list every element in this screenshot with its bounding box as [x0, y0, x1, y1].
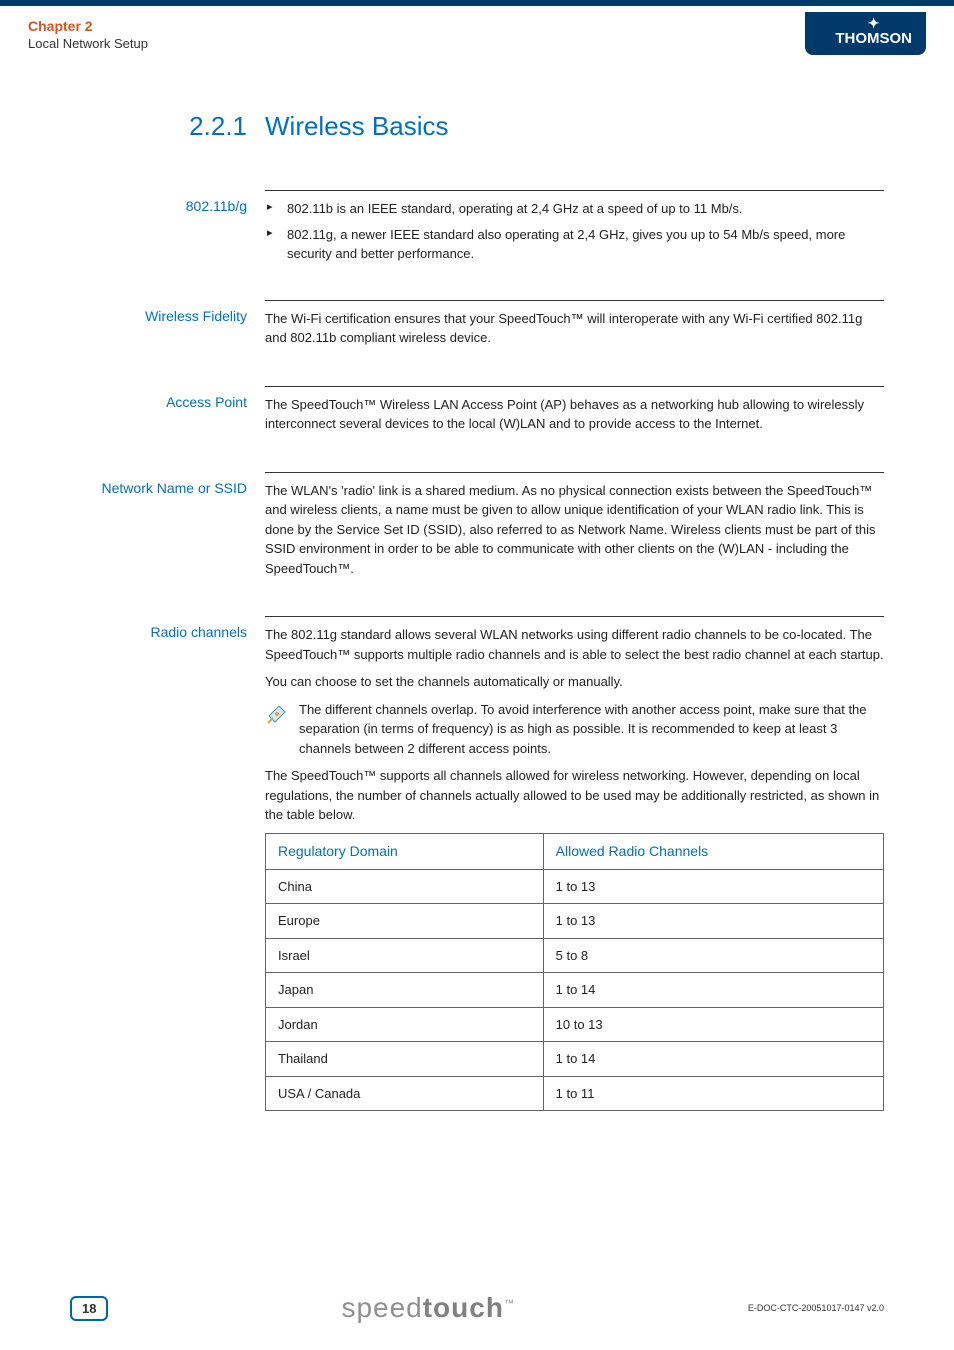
body-ssid: The WLAN's 'radio' link is a shared medi…	[265, 472, 884, 587]
cell-channels: 10 to 13	[543, 1007, 883, 1042]
table-row: Europe1 to 13	[266, 904, 884, 939]
pushpin-icon	[265, 700, 299, 759]
thomson-text: THOMSON	[835, 30, 912, 47]
label-radio: Radio channels	[70, 616, 265, 1111]
brand-light: speed	[341, 1292, 422, 1323]
page-header: Chapter 2 Local Network Setup ✦ THOMSON	[0, 6, 954, 61]
cell-channels: 1 to 11	[543, 1076, 883, 1111]
section-number: 2.2.1	[70, 111, 265, 142]
block-ssid: Network Name or SSID The WLAN's 'radio' …	[70, 472, 884, 587]
radio-p1: The 802.11g standard allows several WLAN…	[265, 625, 884, 664]
chapter-subtitle: Local Network Setup	[28, 36, 148, 51]
cell-domain: Japan	[266, 973, 544, 1008]
section-heading: 2.2.1 Wireless Basics	[70, 111, 884, 142]
label-ssid: Network Name or SSID	[70, 472, 265, 587]
wifi-text: The Wi-Fi certification ensures that you…	[265, 309, 884, 348]
cell-domain: Jordan	[266, 1007, 544, 1042]
document-id: E-DOC-CTC-20051017-0147 v2.0	[748, 1303, 884, 1313]
cell-channels: 1 to 14	[543, 1042, 883, 1077]
page-footer: 18 speedtouch™ E-DOC-CTC-20051017-0147 v…	[0, 1292, 954, 1324]
thomson-glyph-icon: ✦	[835, 16, 912, 30]
label-ap: Access Point	[70, 386, 265, 442]
table-row: Israel5 to 8	[266, 938, 884, 973]
radio-note: The different channels overlap. To avoid…	[299, 700, 884, 759]
block-wireless-fidelity: Wireless Fidelity The Wi-Fi certificatio…	[70, 300, 884, 356]
cell-channels: 1 to 14	[543, 973, 883, 1008]
brand-bold: touch	[423, 1292, 504, 1323]
std-bullet-list: 802.11b is an IEEE standard, operating a…	[265, 199, 884, 264]
page-number: 18	[70, 1296, 108, 1321]
cell-domain: Europe	[266, 904, 544, 939]
body-80211bg: 802.11b is an IEEE standard, operating a…	[265, 190, 884, 270]
cell-domain: China	[266, 869, 544, 904]
speedtouch-logo: speedtouch™	[108, 1292, 747, 1324]
regulatory-table: Regulatory Domain Allowed Radio Channels…	[265, 833, 884, 1112]
radio-p2: You can choose to set the channels autom…	[265, 672, 884, 692]
radio-p3: The SpeedTouch™ supports all channels al…	[265, 766, 884, 825]
section-title: Wireless Basics	[265, 111, 448, 142]
table-row: USA / Canada1 to 11	[266, 1076, 884, 1111]
cell-channels: 1 to 13	[543, 904, 883, 939]
cell-channels: 5 to 8	[543, 938, 883, 973]
ssid-text: The WLAN's 'radio' link is a shared medi…	[265, 481, 884, 579]
cell-domain: Thailand	[266, 1042, 544, 1077]
cell-domain: Israel	[266, 938, 544, 973]
brand-tm: ™	[504, 1299, 515, 1310]
body-radio: The 802.11g standard allows several WLAN…	[265, 616, 884, 1111]
std-bullet-1: 802.11b is an IEEE standard, operating a…	[265, 199, 884, 219]
table-row: Jordan10 to 13	[266, 1007, 884, 1042]
table-row: Japan1 to 14	[266, 973, 884, 1008]
chapter-title: Chapter 2	[28, 18, 148, 34]
table-header-row: Regulatory Domain Allowed Radio Channels	[266, 833, 884, 869]
note-row: The different channels overlap. To avoid…	[265, 700, 884, 759]
main-content: 2.2.1 Wireless Basics 802.11b/g 802.11b …	[0, 61, 954, 1111]
chapter-block: Chapter 2 Local Network Setup	[28, 18, 148, 51]
body-wifi: The Wi-Fi certification ensures that you…	[265, 300, 884, 356]
block-access-point: Access Point The SpeedTouch™ Wireless LA…	[70, 386, 884, 442]
thomson-logo: ✦ THOMSON	[805, 12, 926, 55]
label-80211bg: 802.11b/g	[70, 190, 265, 270]
table-row: China1 to 13	[266, 869, 884, 904]
cell-channels: 1 to 13	[543, 869, 883, 904]
table-row: Thailand1 to 14	[266, 1042, 884, 1077]
ap-text: The SpeedTouch™ Wireless LAN Access Poin…	[265, 395, 884, 434]
th-channels: Allowed Radio Channels	[543, 833, 883, 869]
block-80211bg: 802.11b/g 802.11b is an IEEE standard, o…	[70, 190, 884, 270]
body-ap: The SpeedTouch™ Wireless LAN Access Poin…	[265, 386, 884, 442]
th-domain: Regulatory Domain	[266, 833, 544, 869]
cell-domain: USA / Canada	[266, 1076, 544, 1111]
std-bullet-2: 802.11g, a newer IEEE standard also oper…	[265, 225, 884, 264]
block-radio-channels: Radio channels The 802.11g standard allo…	[70, 616, 884, 1111]
label-wifi: Wireless Fidelity	[70, 300, 265, 356]
